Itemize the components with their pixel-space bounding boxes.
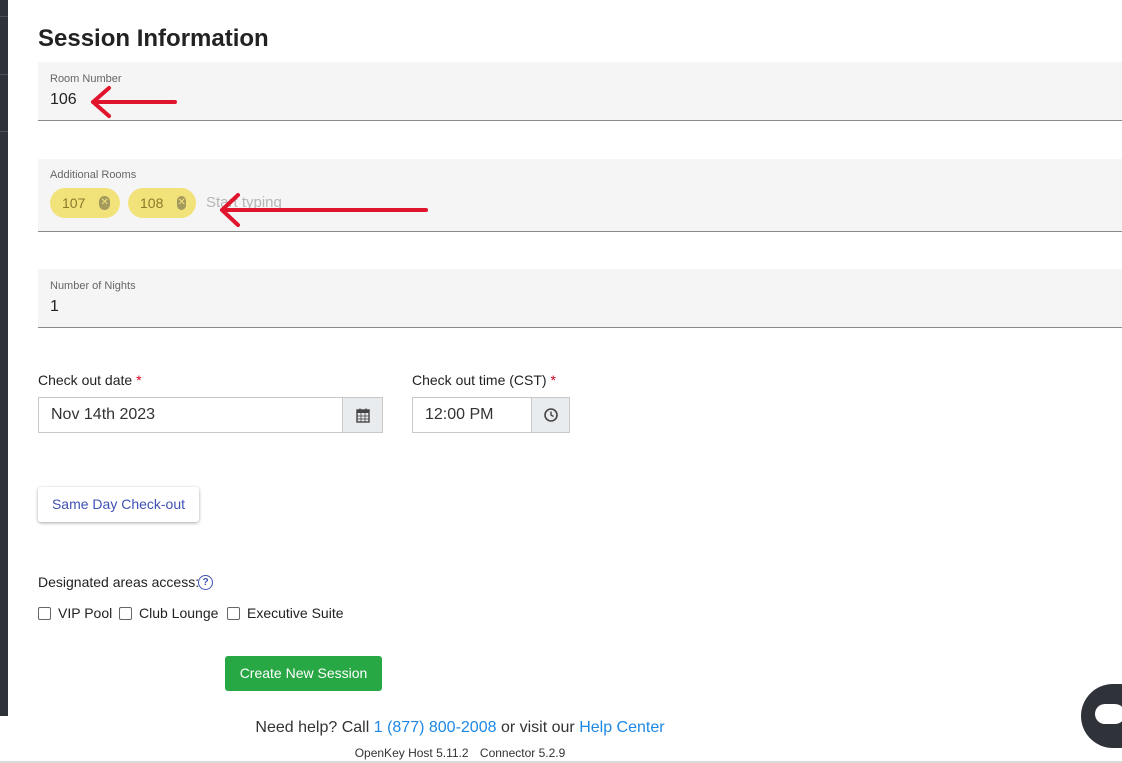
annotation-arrow-icon: [220, 193, 428, 227]
checkbox-executive-suite[interactable]: Executive Suite: [227, 605, 344, 621]
checkout-date-input[interactable]: Nov 14th 2023: [38, 397, 343, 433]
create-session-button[interactable]: Create New Session: [225, 656, 382, 691]
remove-chip-icon[interactable]: ✕: [99, 196, 110, 210]
nights-field[interactable]: Number of Nights 1: [38, 269, 1122, 328]
room-chip-label: 107: [62, 195, 86, 211]
version-info: OpenKey Host 5.11.2 Connector 5.2.9: [0, 746, 920, 760]
remove-chip-icon[interactable]: ✕: [177, 196, 186, 210]
left-nav-strip: [0, 0, 8, 716]
checkbox-label: Executive Suite: [247, 605, 344, 621]
checkbox-label: Club Lounge: [139, 605, 219, 621]
required-mark: *: [136, 372, 142, 388]
designated-areas-label: Designated areas access:: [38, 574, 200, 590]
room-number-label: Room Number: [50, 73, 122, 85]
nights-label: Number of Nights: [50, 280, 136, 292]
clock-icon: [543, 408, 558, 422]
checkbox[interactable]: [38, 606, 51, 620]
checkbox-vip-pool[interactable]: VIP Pool: [38, 605, 112, 621]
calendar-button[interactable]: [342, 397, 383, 433]
help-icon[interactable]: ?: [198, 575, 213, 590]
connector-version: Connector 5.2.9: [479, 746, 566, 760]
checkout-time-input[interactable]: 12:00 PM: [412, 397, 532, 433]
same-day-checkout-button[interactable]: Same Day Check-out: [38, 487, 199, 522]
checkout-date-label: Check out date *: [38, 372, 142, 388]
nights-value[interactable]: 1: [50, 298, 59, 316]
room-chip-label: 108: [140, 195, 164, 211]
help-prefix: Need help? Call: [255, 719, 370, 736]
time-picker-button[interactable]: [531, 397, 570, 433]
room-chip[interactable]: 107 ✕: [50, 188, 120, 218]
annotation-arrow-icon: [91, 86, 177, 118]
help-mid: or visit our: [500, 719, 575, 736]
page-title: Session Information: [38, 25, 269, 52]
phone-link[interactable]: 1 (877) 800-2008: [374, 719, 497, 736]
additional-rooms-field[interactable]: Additional Rooms 107 ✕ 108 ✕ Start typin…: [38, 159, 1122, 232]
required-mark: *: [550, 372, 556, 388]
room-number-value[interactable]: 106: [50, 91, 77, 109]
room-chip[interactable]: 108 ✕: [128, 188, 196, 218]
host-version: OpenKey Host 5.11.2: [354, 746, 469, 760]
checkbox-club-lounge[interactable]: Club Lounge: [119, 605, 218, 621]
chat-icon[interactable]: [1081, 684, 1122, 748]
additional-rooms-label: Additional Rooms: [50, 169, 137, 181]
room-number-field[interactable]: Room Number 106: [38, 62, 1122, 121]
help-footer: Need help? Call 1 (877) 800-2008 or visi…: [0, 719, 920, 737]
checkbox-label: VIP Pool: [58, 605, 113, 621]
checkbox[interactable]: [119, 606, 132, 620]
checkbox[interactable]: [227, 606, 240, 620]
help-center-link[interactable]: Help Center: [579, 719, 664, 736]
calendar-icon: [355, 408, 370, 423]
checkout-time-label: Check out time (CST) *: [412, 372, 556, 388]
